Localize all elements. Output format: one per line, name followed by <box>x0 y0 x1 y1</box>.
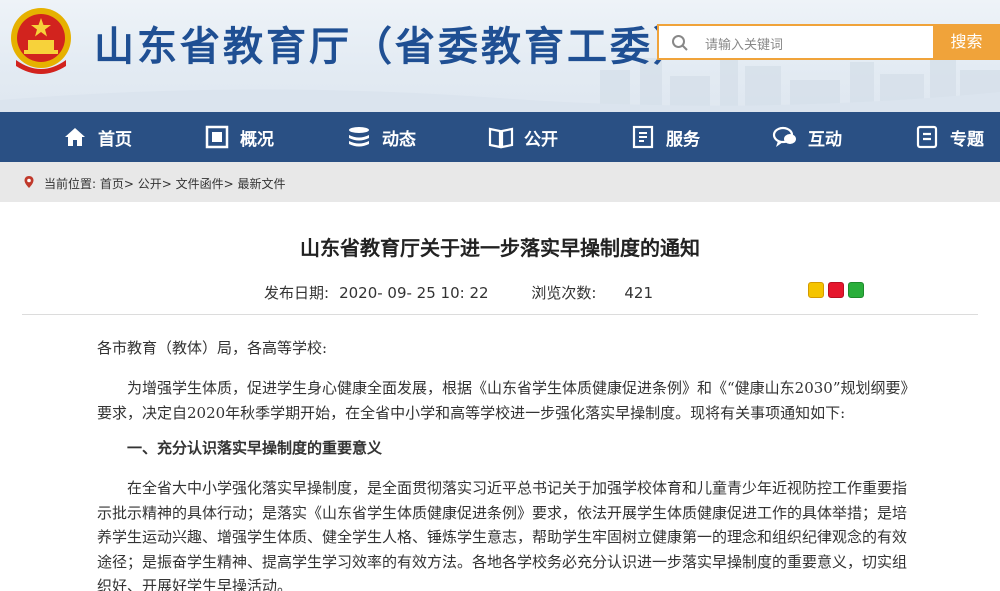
article-greeting: 各市教育（教体）局，各高等学校: <box>97 339 328 357</box>
share-wechat-icon[interactable] <box>848 282 864 298</box>
share-buttons <box>808 282 864 298</box>
search-icon <box>672 35 688 51</box>
article-title: 山东省教育厅关于进一步落实早操制度的通知 <box>300 236 700 260</box>
service-icon <box>632 125 654 149</box>
breadcrumb-public[interactable]: 公开 <box>138 177 162 191</box>
chat-icon <box>772 126 796 147</box>
site-title: 山东省教育厅（省委教育工委） <box>94 24 696 70</box>
location-pin-icon <box>24 176 34 188</box>
nav-item-interact[interactable]: 互动 <box>772 112 842 162</box>
publish-date: 2020- 09- 25 10: 22 <box>339 284 489 302</box>
nav-item-news[interactable]: 动态 <box>346 112 416 162</box>
meta-divider <box>22 314 978 315</box>
search-input[interactable]: 请输入关键词 <box>657 24 933 60</box>
article-paragraph: 为增强学生体质，促进学生身心健康全面发展，根据《山东省学生体质健康促进条例》和《… <box>97 379 916 422</box>
search-placeholder: 请输入关键词 <box>705 38 784 53</box>
nav-item-topic[interactable]: 专题 <box>914 112 984 162</box>
main-nav: 首页 概况 动态 公开 服务 互动 专题 <box>0 112 1000 162</box>
nav-item-overview[interactable]: 概况 <box>204 112 274 162</box>
nav-item-label: 互动 <box>808 129 842 150</box>
nav-item-home[interactable]: 首页 <box>62 112 132 162</box>
site-header: 山东省教育厅（省委教育工委） 请输入关键词 搜索 <box>0 0 1000 112</box>
breadcrumb-prefix: 当前位置: <box>44 177 97 191</box>
share-qzone-icon[interactable] <box>808 282 824 298</box>
view-count: 421 <box>624 284 654 302</box>
nav-item-label: 服务 <box>666 129 700 150</box>
nav-item-service[interactable]: 服务 <box>630 112 700 162</box>
national-emblem-icon <box>11 8 71 74</box>
article-meta: 发布日期: 2020- 09- 25 10: 22 浏览次数: 421 <box>264 282 663 303</box>
news-icon <box>349 127 369 147</box>
article-panel: 山东省教育厅关于进一步落实早操制度的通知 发布日期: 2020- 09- 25 1… <box>0 202 1000 591</box>
topic-icon <box>916 125 938 149</box>
nav-item-label: 公开 <box>524 129 558 150</box>
nav-item-public[interactable]: 公开 <box>488 112 558 162</box>
breadcrumb-latest[interactable]: 最新文件 <box>238 177 286 191</box>
publish-date-label: 发布日期: <box>264 284 330 302</box>
article-paragraph: 在全省大中小学强化落实早操制度，是全面贯彻落实习近平总书记关于加强学校体育和儿童… <box>97 479 908 591</box>
home-icon <box>65 128 85 146</box>
article-section-heading: 一、充分认识落实早操制度的重要意义 <box>127 439 383 457</box>
breadcrumb: 当前位置: 首页> 公开> 文件函件> 最新文件 <box>0 162 1000 202</box>
nav-item-label: 动态 <box>382 129 416 150</box>
breadcrumb-documents[interactable]: 文件函件 <box>176 177 224 191</box>
nav-item-label: 首页 <box>98 129 132 150</box>
overview-icon <box>205 125 229 149</box>
nav-item-label: 专题 <box>950 129 984 150</box>
breadcrumb-home[interactable]: 首页 <box>100 177 124 191</box>
book-icon <box>488 127 514 149</box>
views-label: 浏览次数: <box>531 284 597 302</box>
nav-item-label: 概况 <box>240 129 274 150</box>
search-button[interactable]: 搜索 <box>933 24 1000 60</box>
share-weibo-icon[interactable] <box>828 282 844 298</box>
breadcrumb-trail: 当前位置: 首页> 公开> 文件函件> 最新文件 <box>44 177 286 191</box>
